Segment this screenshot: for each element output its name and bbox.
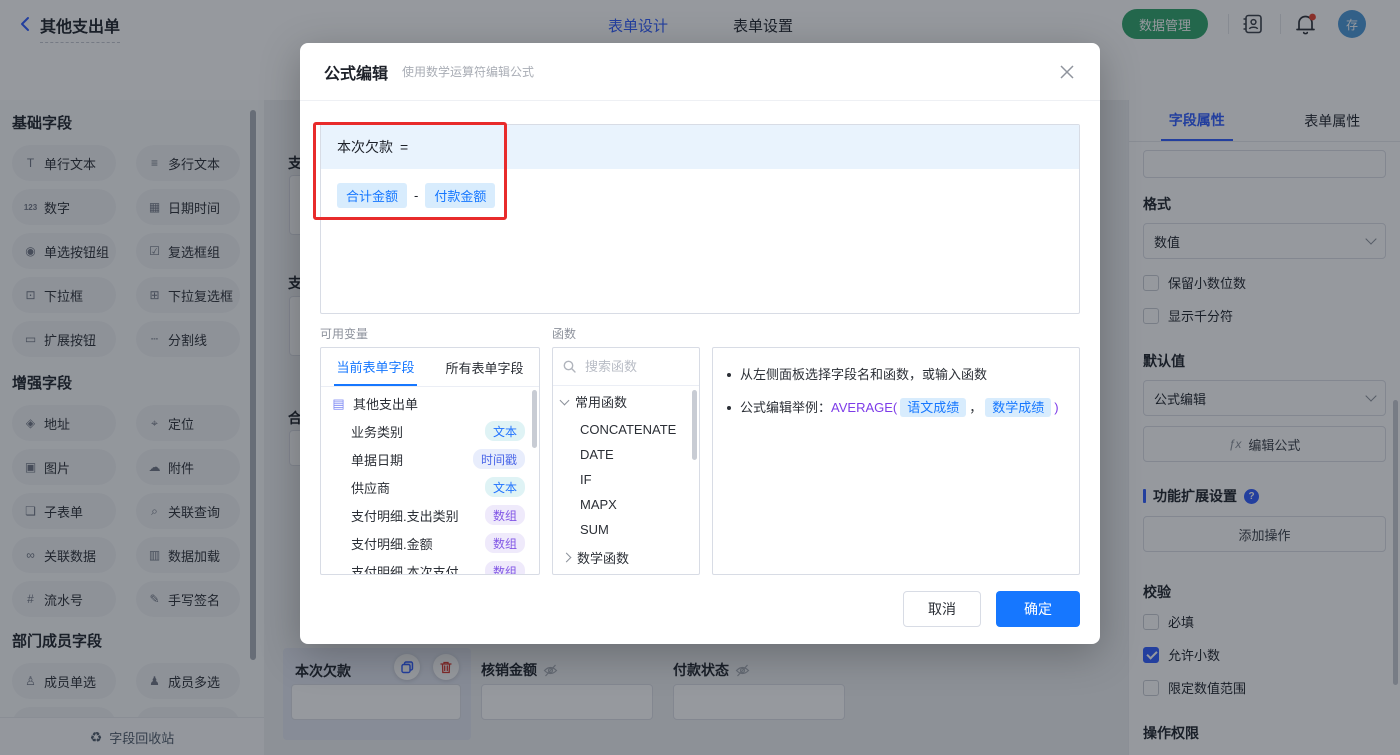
modal-title: 公式编辑: [324, 65, 389, 83]
type-badge: 数组: [484, 561, 525, 574]
function-group-common[interactable]: 常用函数: [553, 386, 699, 417]
bullet: [727, 373, 731, 377]
annotation-highlight-box: [313, 122, 507, 220]
function-group-text[interactable]: 文本函数: [553, 573, 699, 574]
field-chip: 语文成绩: [900, 398, 967, 418]
type-badge: 文本: [484, 477, 525, 497]
tab-current-form-fields[interactable]: 当前表单字段: [321, 348, 430, 386]
caret-down-icon: [559, 395, 570, 405]
variable-row[interactable]: 单据日期 时间戳: [321, 445, 539, 473]
help-panel: 从左侧面板选择字段名和函数，或输入函数 公式编辑举例：AVERAGE(语文成绩，…: [712, 347, 1080, 575]
modal-header: 公式编辑 使用数学运算符编辑公式: [300, 43, 1100, 101]
function-search-input[interactable]: [583, 358, 687, 375]
variables-panel: 当前表单字段 所有表单字段 ▤ 其他支出单 业务类别 文本 单据日期 时间戳 供应商…: [320, 347, 540, 575]
tab-all-form-fields[interactable]: 所有表单字段: [430, 348, 539, 386]
variable-row[interactable]: 支付明细.支出类别 数组: [321, 501, 539, 529]
confirm-button[interactable]: 确定: [996, 591, 1080, 627]
functions-panel: 常用函数 CONCATENATE DATE IF MAPX SUM 数学函数 文…: [552, 347, 700, 575]
caret-right-icon: [561, 552, 572, 563]
cancel-button[interactable]: 取消: [903, 591, 981, 627]
function-group-math[interactable]: 数学函数: [553, 542, 699, 573]
variables-label: 可用变量: [320, 327, 369, 341]
search-icon: [563, 360, 576, 373]
function-name: AVERAGE(: [831, 400, 898, 416]
function-item[interactable]: CONCATENATE: [553, 417, 699, 442]
function-item[interactable]: DATE: [553, 442, 699, 467]
type-badge: 文本: [484, 421, 525, 441]
app-window: 其他支出单 表单设计 表单设置 数据管理 存 ⊘ 表单外链 ⊠ 后端脚本 ▥ 数…: [0, 0, 1400, 755]
variable-row[interactable]: 支付明细.金额 数组: [321, 529, 539, 557]
type-badge: 数组: [484, 505, 525, 525]
panel-scrollbar[interactable]: [692, 390, 697, 460]
variable-row[interactable]: 供应商 文本: [321, 473, 539, 501]
document-icon: ▤: [332, 395, 345, 411]
function-item[interactable]: SUM: [553, 517, 699, 542]
formula-editor-modal: 公式编辑 使用数学运算符编辑公式 本次欠款 = 合计金额 - 付款金额 可用变量…: [300, 43, 1100, 644]
panel-scrollbar[interactable]: [532, 390, 537, 448]
variable-row[interactable]: 业务类别 文本: [321, 417, 539, 445]
bullet: [727, 406, 731, 411]
close-icon[interactable]: [1060, 65, 1074, 79]
functions-label: 函数: [552, 327, 577, 341]
modal-subtitle: 使用数学运算符编辑公式: [402, 65, 535, 79]
variable-row[interactable]: 支付明细.本次支付 数组: [321, 557, 539, 574]
variables-tabs: 当前表单字段 所有表单字段: [321, 348, 539, 387]
type-badge: 时间戳: [472, 449, 525, 469]
function-item[interactable]: IF: [553, 467, 699, 492]
function-search[interactable]: [553, 348, 699, 386]
type-badge: 数组: [484, 533, 525, 553]
help-line: 从左侧面板选择字段名和函数，或输入函数: [727, 365, 1065, 385]
tree-root-form[interactable]: ▤ 其他支出单: [321, 387, 539, 417]
function-item[interactable]: MAPX: [553, 492, 699, 517]
field-chip: 数学成绩: [985, 398, 1052, 418]
help-example-line: 公式编辑举例：AVERAGE(语文成绩，数学成绩): [727, 398, 1065, 418]
